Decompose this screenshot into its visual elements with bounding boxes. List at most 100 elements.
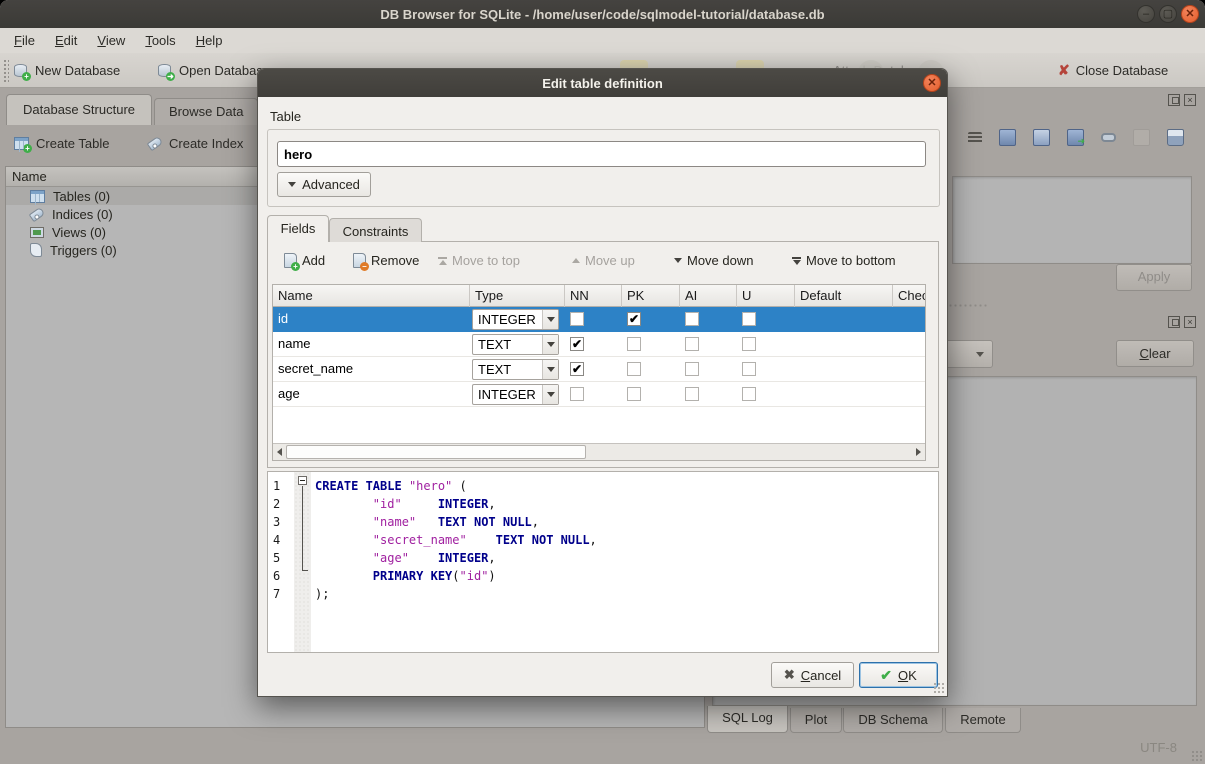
ai-checkbox[interactable]: [685, 337, 699, 351]
set-null-icon[interactable]: [1133, 129, 1150, 146]
dock-close-icon[interactable]: ×: [1184, 94, 1196, 106]
indices-icon: [29, 206, 46, 221]
dialog-resize-grip[interactable]: [933, 682, 944, 693]
field-row-secret_name[interactable]: secret_name TEXT ✔: [273, 357, 925, 382]
chevron-down-icon[interactable]: [542, 360, 558, 379]
chevron-down-icon[interactable]: [542, 385, 558, 404]
dock-float-icon[interactable]: [1168, 94, 1180, 106]
minimize-icon[interactable]: –: [1137, 5, 1155, 23]
chevron-down-icon: [976, 352, 984, 357]
tab-database-structure[interactable]: Database Structure: [6, 94, 152, 125]
pk-checkbox[interactable]: [627, 387, 641, 401]
column-header-type[interactable]: Type: [470, 285, 565, 307]
column-header-check[interactable]: Check: [893, 285, 926, 307]
column-header-name[interactable]: Name: [273, 285, 470, 307]
dialog-close-icon[interactable]: ✕: [923, 74, 941, 92]
field-name-cell[interactable]: id: [278, 311, 288, 326]
field-type-select[interactable]: TEXT: [472, 334, 559, 355]
tab-db-schema[interactable]: DB Schema: [843, 708, 943, 733]
sql-preview[interactable]: 1234567 CREATE TABLE "hero" ( "id" INTEG…: [267, 471, 939, 653]
triggers-icon: [30, 243, 42, 257]
remove-button[interactable]: –Remove: [353, 253, 419, 268]
save-cell-icon[interactable]: [1033, 129, 1050, 146]
app-window: DB Browser for SQLite - /home/user/code/…: [0, 0, 1205, 764]
nn-checkbox[interactable]: [570, 387, 584, 401]
scroll-right-icon[interactable]: [912, 444, 925, 460]
chevron-down-icon[interactable]: [542, 335, 558, 354]
menu-tools[interactable]: Tools: [135, 30, 185, 51]
tab-remote[interactable]: Remote: [945, 708, 1021, 733]
menu-help[interactable]: Help: [186, 30, 233, 51]
field-row-id[interactable]: id INTEGER ✔: [273, 307, 925, 332]
menu-view[interactable]: View: [87, 30, 135, 51]
ai-checkbox[interactable]: [685, 362, 699, 376]
pk-checkbox[interactable]: [627, 337, 641, 351]
column-header-nn[interactable]: NN: [565, 285, 622, 307]
add-button[interactable]: +Add: [284, 253, 325, 268]
move-down-button[interactable]: Move down: [674, 253, 753, 268]
advanced-button[interactable]: Advanced: [277, 172, 371, 197]
u-checkbox[interactable]: [742, 362, 756, 376]
import-cell-icon[interactable]: [999, 129, 1016, 146]
clear-log-button[interactable]: Clear: [1116, 340, 1194, 367]
pk-checkbox[interactable]: [627, 362, 641, 376]
nn-checkbox[interactable]: ✔: [570, 362, 584, 376]
column-header-default[interactable]: Default: [795, 285, 893, 307]
tab-fields[interactable]: Fields: [267, 215, 329, 242]
ok-button[interactable]: ✔ OK: [859, 662, 938, 688]
menu-file[interactable]: File: [4, 30, 45, 51]
tab-sql-log[interactable]: SQL Log: [707, 706, 788, 733]
u-checkbox[interactable]: [742, 312, 756, 326]
ai-checkbox[interactable]: [685, 312, 699, 326]
field-row-age[interactable]: age INTEGER: [273, 382, 925, 407]
create-table-button[interactable]: + Create Table: [14, 136, 109, 151]
toolbar-drag-handle[interactable]: [3, 59, 9, 82]
scrollbar-thumb[interactable]: [286, 445, 586, 459]
field-row-name[interactable]: name TEXT ✔: [273, 332, 925, 357]
fold-collapse-icon[interactable]: [298, 476, 307, 485]
dock-close-icon[interactable]: ×: [1184, 316, 1196, 328]
open-database-button[interactable]: ➜ Open Database: [158, 59, 270, 82]
apply-button[interactable]: Apply: [1116, 264, 1192, 291]
column-header-pk[interactable]: PK: [622, 285, 680, 307]
menu-edit[interactable]: Edit: [45, 30, 87, 51]
dock-controls-top: ×: [1168, 94, 1196, 106]
dock-splitter-handle[interactable]: [948, 303, 988, 308]
ai-checkbox[interactable]: [685, 387, 699, 401]
export-cell-icon[interactable]: [1067, 129, 1084, 146]
link-icon[interactable]: [1101, 133, 1116, 142]
field-name-cell[interactable]: secret_name: [278, 361, 353, 376]
tab-plot[interactable]: Plot: [790, 708, 842, 733]
print-icon[interactable]: [1167, 129, 1184, 146]
column-header-u[interactable]: U: [737, 285, 795, 307]
cell-editor-area[interactable]: [952, 176, 1192, 264]
u-checkbox[interactable]: [742, 387, 756, 401]
field-type-select[interactable]: INTEGER: [472, 309, 559, 330]
field-type-select[interactable]: TEXT: [472, 359, 559, 380]
field-name-cell[interactable]: age: [278, 386, 300, 401]
text-mode-icon[interactable]: [968, 132, 982, 144]
nn-checkbox[interactable]: ✔: [570, 337, 584, 351]
pk-checkbox[interactable]: ✔: [627, 312, 641, 326]
move-to-bottom-button[interactable]: Move to bottom: [792, 253, 896, 268]
apply-label: Apply: [1138, 269, 1171, 284]
dock-float-icon[interactable]: [1168, 316, 1180, 328]
u-checkbox[interactable]: [742, 337, 756, 351]
new-database-button[interactable]: + New Database: [14, 59, 120, 82]
close-window-icon[interactable]: ✕: [1181, 5, 1199, 23]
tab-constraints[interactable]: Constraints: [329, 218, 422, 242]
cancel-button[interactable]: ✖ Cancel: [771, 662, 854, 688]
create-index-button[interactable]: Create Index: [148, 136, 243, 151]
nn-checkbox[interactable]: [570, 312, 584, 326]
scroll-left-icon[interactable]: [273, 444, 286, 460]
window-resize-grip[interactable]: [1191, 750, 1203, 762]
grid-hscrollbar[interactable]: [273, 443, 925, 460]
maximize-icon[interactable]: ▢: [1159, 5, 1177, 23]
field-type-select[interactable]: INTEGER: [472, 384, 559, 405]
chevron-down-icon[interactable]: [542, 310, 558, 329]
tab-browse-data[interactable]: Browse Data: [154, 98, 258, 125]
field-name-cell[interactable]: name: [278, 336, 311, 351]
column-header-ai[interactable]: AI: [680, 285, 737, 307]
close-database-button[interactable]: ✘ Close Database: [1058, 59, 1168, 82]
table-name-input[interactable]: [277, 141, 926, 167]
